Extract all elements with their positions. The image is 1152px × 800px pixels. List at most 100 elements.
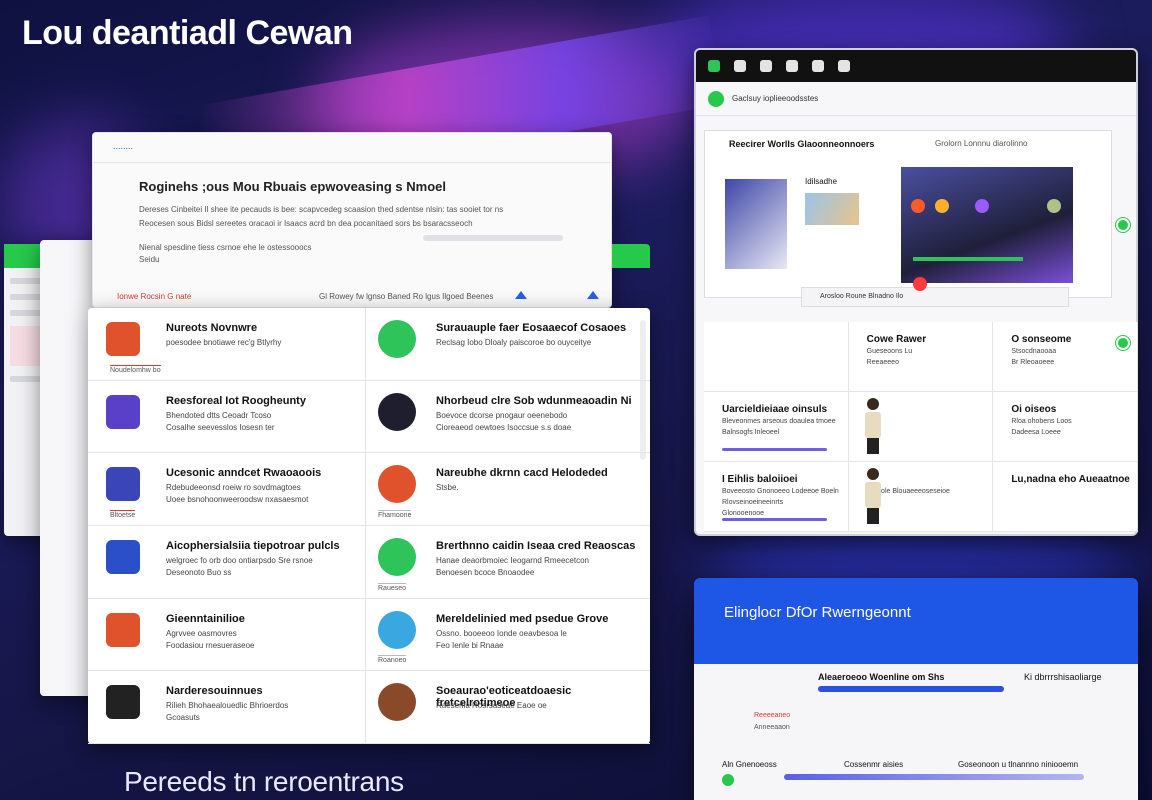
list-item-tag[interactable]: Bltoetse — [110, 509, 136, 519]
person-head — [866, 468, 879, 480]
grid-cell-text: Rloa ohobens Loos — [1011, 418, 1072, 425]
grid-cell-text: Stsocdnaooaa — [1011, 348, 1057, 355]
list-item-title[interactable]: Narderesouinnues — [166, 685, 263, 697]
course-card[interactable]: Reecirer Worlls Glaoonneonnoers Grolorn … — [704, 130, 1112, 307]
grid-cell[interactable] — [704, 322, 849, 392]
list-item-left[interactable]: Aicophersialsiia tiepotroar pulcls welgro… — [88, 526, 366, 598]
video-progress[interactable] — [913, 257, 1023, 261]
list-item-right[interactable]: Mereldelinied med psedue Grove Ossno. boo… — [366, 599, 650, 671]
list-row[interactable]: Gieenntainilioe Agrvvee oasmovres Foodasio… — [88, 598, 650, 672]
person-body — [864, 482, 881, 508]
course-window: Gaclsuy ioplieeoodsstes Reecirer Worlls … — [694, 48, 1138, 536]
list-row[interactable]: Aicophersialsiia tiepotroar pulcls welgro… — [88, 526, 650, 599]
course-meta: Grolorn Lonnnu diarolinno — [935, 139, 1028, 148]
list-item-right[interactable]: Soeaurao'eoticeatdoaesic fretcelrotimeoe… — [366, 671, 650, 743]
list-item-tag[interactable]: Roanoeo — [378, 655, 407, 664]
list-row[interactable]: Narderesouinnues Rilieh Bhohaealouedlic B… — [88, 671, 650, 744]
list-item-description: Raeseriia Rosrsaseae Eaoe oe — [436, 701, 547, 711]
course-icon — [378, 683, 416, 722]
list-row[interactable]: Ucesonic anndcet Rwaoaoois Rdebudeeonsd r… — [88, 453, 650, 526]
list-item-right[interactable]: Surauauple faer Eosaaecof Cosaoes Reclsag… — [366, 308, 650, 380]
list-item-description: Ossno. booeeoo Ionde oeavbesoa le — [436, 628, 567, 638]
blue-panel-text: Anneeaaon — [754, 724, 790, 731]
grid-cell[interactable]: Lu,nadna eho Aueaatnoe — [993, 462, 1138, 532]
article-title[interactable]: Roginehs ;ous Mou Rbuais epwoveasing s N… — [139, 179, 446, 194]
grid-cell-text: Br Rleoaoeee — [1011, 359, 1055, 366]
list-item-description: poesodee bnotiawe rec'g Btlyrhy — [166, 338, 282, 347]
green-tab[interactable] — [612, 244, 650, 268]
video-option-icon[interactable] — [911, 199, 925, 213]
list-row[interactable]: Nureots Novnwre poesodee bnotiawe rec'g B… — [88, 308, 650, 381]
course-grid: Cowe Rawer Gueseoons Lu Reeaeeeo O sonseome… — [704, 322, 1138, 532]
list-item-right[interactable]: Nareubhe dkrnn cacd Helodeded Stsbe. Fhamo… — [366, 453, 650, 525]
grid-cell[interactable]: Uarcieldieiaae oinsuls Bleveonmes arseous… — [704, 392, 849, 462]
list-item-right[interactable]: Nhorbeud clre Sob wdunmeaoadin Ni Boevoce… — [366, 381, 650, 453]
article-footer-links[interactable]: Gl Rowey fw lgnso Baned Ro lgus Ilgoed B… — [319, 292, 493, 301]
list-item-left[interactable]: Narderesouinnues Rilieh Bhohaealouedlic B… — [88, 671, 366, 743]
list-item-tag[interactable]: Fhamoone — [378, 509, 412, 519]
grid-cell-text: Balnsogfs Inleoeel — [722, 429, 780, 436]
record-icon[interactable] — [913, 277, 927, 291]
home-icon[interactable] — [708, 90, 724, 107]
toolbar-icon[interactable] — [812, 60, 824, 72]
list-item-left[interactable]: Ucesonic anndcet Rwaoaoois Rdebudeeonsd r… — [88, 453, 366, 525]
list-item-title[interactable]: Brerthnno caidin Iseaa cred Reaoscas — [436, 540, 635, 552]
article-progress-bar — [423, 235, 563, 241]
blue-panel-progress — [818, 686, 1004, 692]
course-icon — [378, 320, 416, 358]
toolbar-icon[interactable] — [734, 60, 746, 72]
course-icon — [106, 467, 140, 502]
list-item-title[interactable]: Surauauple faer Eosaaecof Cosaoes — [436, 322, 626, 334]
list-item-title[interactable]: Nareubhe dkrnn cacd Helodeded — [436, 467, 608, 479]
list-row[interactable]: Reesforeal Iot Roogheunty Bhendoted dtts … — [88, 380, 650, 454]
course-icon — [106, 322, 140, 356]
grid-cell-text: Bleveonmes arseous doaulea tmoee — [722, 418, 836, 425]
grid-cell[interactable]: Cowe Rawer Gueseoons Lu Reeaeeeo — [848, 322, 994, 392]
nav-text[interactable]: Gaclsuy ioplieeoodsstes — [732, 94, 818, 103]
list-item-description: Rdebudeeonsd roeiw ro sovdmagtoes — [166, 483, 301, 493]
article-card[interactable]: ........ Roginehs ;ous Mou Rbuais epwove… — [92, 132, 612, 308]
video-option-icon[interactable] — [935, 199, 949, 213]
status-dot[interactable] — [1116, 336, 1130, 350]
list-item-title[interactable]: Aicophersialsiia tiepotroar pulcls — [166, 540, 340, 552]
grid-cell-text: Glonooenooe — [722, 510, 765, 517]
video-player[interactable] — [901, 167, 1073, 283]
status-dot[interactable] — [1116, 218, 1130, 232]
grid-cell[interactable]: I Eihlis baloiioei Boveeosto Gnonoeeo Lod… — [704, 462, 849, 532]
grid-cell[interactable] — [848, 392, 994, 462]
blue-panel-red-text: Reeeeaneo — [754, 712, 791, 719]
list-item-right[interactable]: Brerthnno caidin Iseaa cred Reaoscas Hana… — [366, 526, 650, 598]
article-footer-link[interactable]: Ionwe Rocsin G nate — [117, 292, 191, 301]
toolbar-icon[interactable] — [708, 60, 720, 72]
list-item-title[interactable]: Gieenntainilioe — [166, 613, 245, 625]
progress-bar — [722, 448, 827, 451]
grid-cell-text: Gueseoons Lu — [866, 348, 913, 355]
list-item-title[interactable]: Nureots Novnwre — [166, 322, 257, 334]
list-item-title[interactable]: Nhorbeud clre Sob wdunmeaoadin Ni — [436, 395, 632, 407]
blue-panel-body: Aleaeroeoo Woenline om Shs Ki dbrrrshisa… — [694, 664, 1138, 800]
grid-cell[interactable]: O sonseome Stsocdnaooaa Br Rleoaoeee — [993, 322, 1138, 392]
course-icon — [106, 394, 140, 429]
list-item-tag[interactable]: Raueseo — [378, 582, 407, 592]
article-line: Reocesen sous Bidsl sereetes oracaoi ir … — [139, 219, 473, 228]
list-item-left[interactable]: Reesforeal Iot Roogheunty Bhendoted dtts … — [88, 380, 366, 453]
toolbar-icon[interactable] — [760, 60, 772, 72]
video-option-icon[interactable] — [1047, 199, 1061, 213]
article-line: Dereses Cinbeitei Il shee ite pecauds is… — [139, 205, 504, 214]
toolbar-icon[interactable] — [786, 60, 798, 72]
article-line: Seidu — [139, 255, 160, 264]
list-item-title[interactable]: Reesforeal Iot Roogheunty — [166, 395, 306, 407]
list-item-title[interactable]: Mereldelinied med psedue Grove — [436, 613, 608, 625]
grid-cell[interactable]: Oinsole Blouaeeeoseseioe — [848, 462, 994, 532]
blue-panel-header-right: Ki dbrrrshisaoliarge — [1024, 672, 1102, 682]
video-option-icon[interactable] — [975, 199, 989, 213]
list-item-description: Stsbe. — [436, 483, 459, 493]
grid-cell[interactable]: Oi oiseos Rloa ohobens Loos Dadeesa Loeee — [993, 392, 1138, 462]
list-item-tag[interactable]: Noudelomhw bo — [110, 364, 161, 374]
video-footer: Arosloo Roune Blnadno Ilo — [801, 287, 1069, 307]
blue-panel: Elinglocr DfOr Rwerngeonnt Aleaeroeoo Wo… — [694, 578, 1138, 800]
list-item-title[interactable]: Ucesonic anndcet Rwaoaoois — [166, 467, 321, 479]
toolbar-icon[interactable] — [838, 60, 850, 72]
list-item-left[interactable]: Nureots Novnwre poesodee bnotiawe rec'g B… — [88, 308, 366, 380]
list-item-left[interactable]: Gieenntainilioe Agrvvee oasmovres Foodasio… — [88, 598, 366, 671]
